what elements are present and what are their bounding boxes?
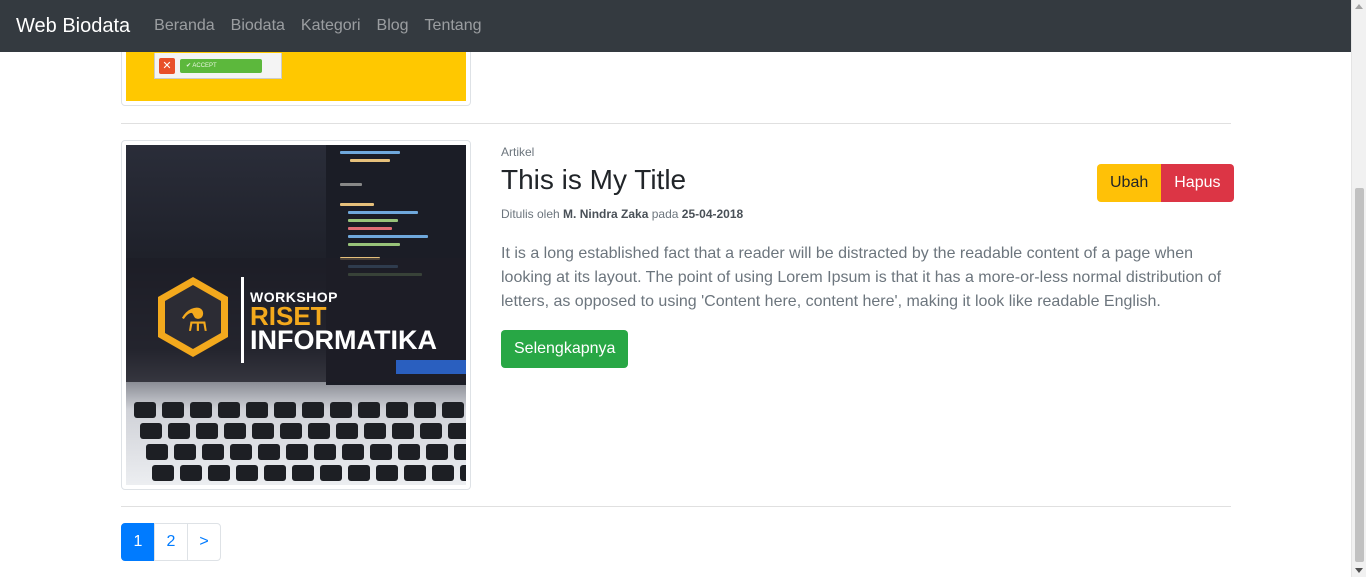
image-dialog-graphic: ✕ ✔ ACCEPT xyxy=(154,53,282,79)
keyboard-key-graphic xyxy=(442,402,464,418)
post-excerpt: It is a long established fact that a rea… xyxy=(501,245,1222,310)
keyboard-key-graphic xyxy=(308,423,330,439)
post-divider xyxy=(121,123,1231,124)
post-author: M. Nindra Zaka xyxy=(563,207,649,221)
keyboard-key-graphic xyxy=(162,402,184,418)
keyboard-key-graphic xyxy=(420,423,442,439)
keyboard-key-graphic xyxy=(168,423,190,439)
keyboard-key-graphic xyxy=(230,444,252,460)
taskbar-graphic xyxy=(396,360,466,374)
keyboard-key-graphic xyxy=(134,402,156,418)
keyboard-key-graphic xyxy=(404,465,426,481)
page-2-link[interactable]: 2 xyxy=(154,523,188,561)
nav-link-biodata[interactable]: Biodata xyxy=(223,17,293,35)
keyboard-key-graphic xyxy=(448,423,466,439)
keyboard-key-graphic xyxy=(292,465,314,481)
keyboard-key-graphic xyxy=(414,402,436,418)
keyboard-key-graphic xyxy=(196,423,218,439)
post-title: This is My Title xyxy=(501,164,687,195)
keyboard-key-graphic xyxy=(280,423,302,439)
keyboard-key-graphic xyxy=(364,423,386,439)
close-icon: ✕ xyxy=(159,57,175,74)
flask-icon: ⚗ xyxy=(180,301,209,339)
keyboard-key-graphic xyxy=(252,423,274,439)
pagination: 1 2 > xyxy=(121,523,221,561)
byline-prefix: Ditulis oleh xyxy=(501,207,560,221)
post-actions: Ubah Hapus xyxy=(1097,164,1234,202)
keyboard-key-graphic xyxy=(432,465,454,481)
keyboard-key-graphic xyxy=(286,444,308,460)
read-more-button[interactable]: Selengkapnya xyxy=(501,330,629,368)
keyboard-key-graphic xyxy=(386,402,408,418)
nav-link-tentang[interactable]: Tentang xyxy=(417,17,490,35)
keyboard-key-graphic xyxy=(426,444,448,460)
nav-link-blog[interactable]: Blog xyxy=(369,17,417,35)
keyboard-key-graphic xyxy=(460,465,466,481)
next-page-link[interactable]: > xyxy=(187,523,221,561)
top-navbar: Web Biodata Beranda Biodata Kategori Blo… xyxy=(0,0,1351,52)
keyboard-key-graphic xyxy=(398,444,420,460)
keyboard-key-graphic xyxy=(358,402,380,418)
keyboard-key-graphic xyxy=(236,465,258,481)
post-thumbnail: ⚗ WORKSHOP RISET INFORMATIKA xyxy=(121,140,471,490)
keyboard-key-graphic xyxy=(146,444,168,460)
keyboard-key-graphic xyxy=(140,423,162,439)
keyboard-key-graphic xyxy=(336,423,358,439)
keyboard-key-graphic xyxy=(320,465,342,481)
keyboard-key-graphic xyxy=(376,465,398,481)
edit-button[interactable]: Ubah xyxy=(1097,164,1162,202)
post-image: ⚗ WORKSHOP RISET INFORMATIKA xyxy=(126,145,466,485)
keyboard-key-graphic xyxy=(302,402,324,418)
vertical-scrollbar[interactable] xyxy=(1351,0,1366,577)
keyboard-key-graphic xyxy=(454,444,466,460)
keyboard-key-graphic xyxy=(246,402,268,418)
previous-post-image: ✕ ✔ ACCEPT xyxy=(126,45,466,101)
post-byline: Ditulis oleh M. Nindra Zaka pada 25-04-2… xyxy=(501,207,743,221)
keyboard-key-graphic xyxy=(174,444,196,460)
delete-button[interactable]: Hapus xyxy=(1161,164,1234,202)
keyboard-key-graphic xyxy=(190,402,212,418)
keyboard-key-graphic xyxy=(274,402,296,418)
image-title-line3: INFORMATIKA xyxy=(250,325,437,355)
keyboard-key-graphic xyxy=(330,402,352,418)
keyboard-key-graphic xyxy=(218,402,240,418)
keyboard-key-graphic xyxy=(370,444,392,460)
keyboard-key-graphic xyxy=(180,465,202,481)
keyboard-graphic xyxy=(126,390,466,485)
keyboard-key-graphic xyxy=(208,465,230,481)
navbar-brand[interactable]: Web Biodata xyxy=(16,15,130,38)
post-date: 25-04-2018 xyxy=(681,207,744,221)
page-1-link[interactable]: 1 xyxy=(121,523,155,561)
accept-graphic: ✔ ACCEPT xyxy=(180,58,262,73)
scroll-thumb[interactable] xyxy=(1355,188,1364,562)
nav-link-beranda[interactable]: Beranda xyxy=(146,17,223,35)
keyboard-key-graphic xyxy=(264,465,286,481)
keyboard-key-graphic xyxy=(392,423,414,439)
keyboard-key-graphic xyxy=(224,423,246,439)
post-divider-bottom xyxy=(121,506,1231,507)
scroll-down-arrow-icon[interactable] xyxy=(1355,568,1363,573)
keyboard-key-graphic xyxy=(152,465,174,481)
keyboard-key-graphic xyxy=(258,444,280,460)
scroll-up-arrow-icon[interactable] xyxy=(1355,4,1363,9)
keyboard-key-graphic xyxy=(348,465,370,481)
keyboard-key-graphic xyxy=(202,444,224,460)
keyboard-key-graphic xyxy=(342,444,364,460)
nav-link-kategori[interactable]: Kategori xyxy=(293,17,369,35)
byline-mid: pada xyxy=(651,207,679,221)
keyboard-key-graphic xyxy=(314,444,336,460)
post-category[interactable]: Artikel xyxy=(501,145,534,159)
